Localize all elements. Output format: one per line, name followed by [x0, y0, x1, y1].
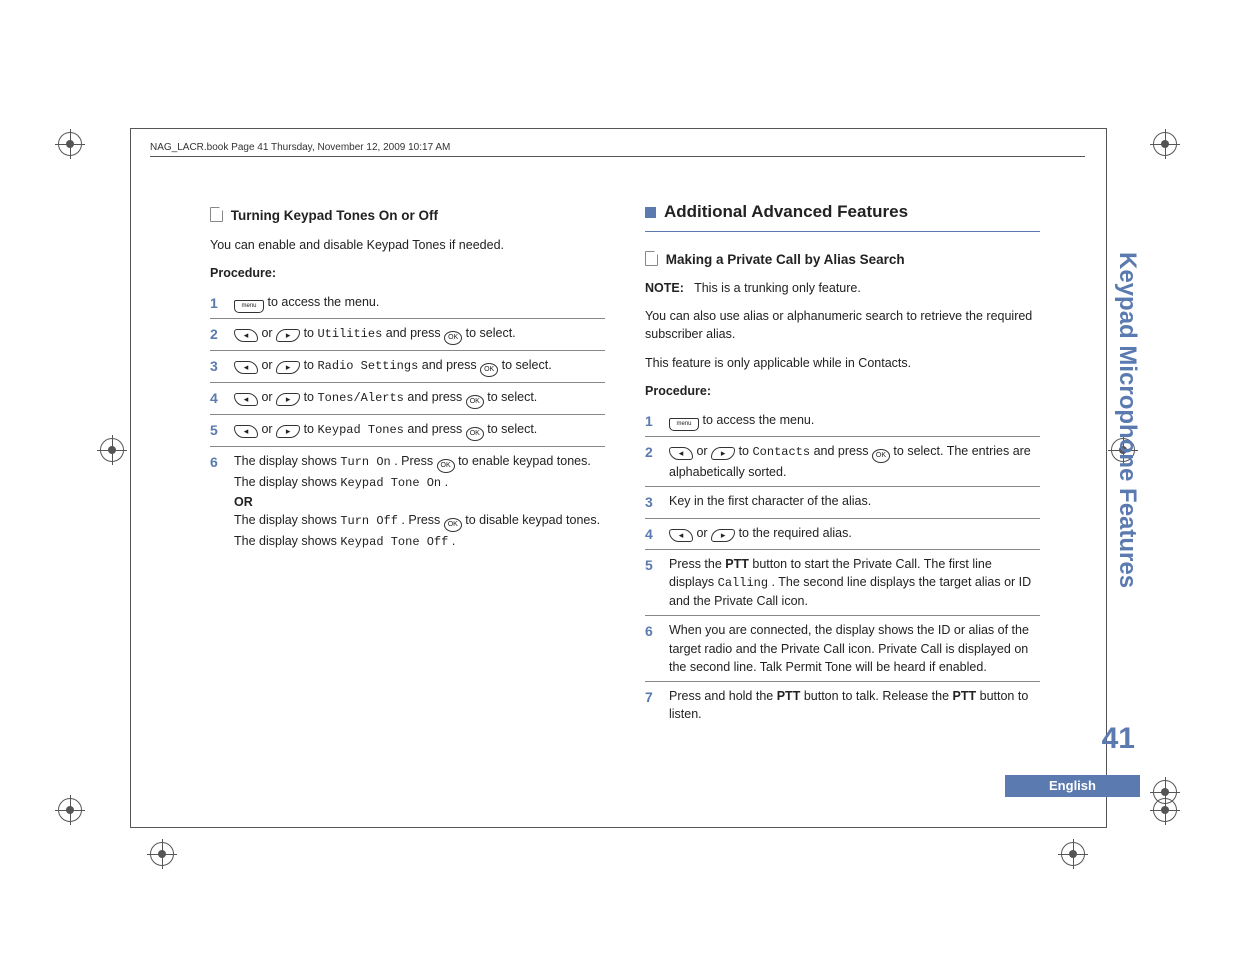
- r-step-2: 2 ◂ or ▸ to Contacts and press OK to sel…: [645, 437, 1040, 487]
- step-num: 7: [645, 687, 659, 707]
- left-subheading: Turning Keypad Tones On or Off: [210, 206, 605, 226]
- right-subheading: Making a Private Call by Alias Search: [645, 250, 1040, 270]
- step-num: 5: [210, 420, 224, 440]
- ok-key-icon: OK: [437, 459, 455, 473]
- page-icon: [210, 207, 223, 222]
- step-num: 2: [645, 442, 659, 462]
- reg-mark-icon: [1061, 842, 1085, 866]
- r-step-3: 3 Key in the first character of the alia…: [645, 487, 1040, 518]
- right-column: Additional Advanced Features Making a Pr…: [645, 200, 1040, 728]
- ok-key-icon: OK: [444, 518, 462, 532]
- step-1: 1 menu to access the menu.: [210, 288, 605, 319]
- left-arrow-key-icon: ◂: [234, 361, 258, 374]
- right-p2: This feature is only applicable while in…: [645, 354, 1040, 372]
- step-num: 1: [210, 293, 224, 313]
- section-heading: Additional Advanced Features: [645, 200, 1040, 225]
- step-num: 4: [210, 388, 224, 408]
- step-num: 3: [645, 492, 659, 512]
- page-icon: [645, 251, 658, 266]
- left-procedure-label: Procedure:: [210, 264, 605, 282]
- reg-mark-icon: [58, 798, 82, 822]
- step-num: 1: [645, 411, 659, 431]
- language-tab: English: [1005, 775, 1140, 797]
- left-intro: You can enable and disable Keypad Tones …: [210, 236, 605, 254]
- step-3: 3 ◂ or ▸ to Radio Settings and press OK …: [210, 351, 605, 383]
- page-number: 41: [1102, 722, 1135, 756]
- reg-mark-icon: [1153, 132, 1177, 156]
- left-arrow-key-icon: ◂: [234, 329, 258, 342]
- right-arrow-key-icon: ▸: [711, 447, 735, 460]
- section-rule: [645, 231, 1040, 232]
- right-title: Making a Private Call by Alias Search: [666, 252, 905, 267]
- menu-key-icon: menu: [234, 300, 264, 313]
- running-header: NAG_LACR.book Page 41 Thursday, November…: [150, 142, 1085, 157]
- ok-key-icon: OK: [466, 427, 484, 441]
- right-arrow-key-icon: ▸: [276, 361, 300, 374]
- step-num: 5: [645, 555, 659, 575]
- right-p1: You can also use alias or alphanumeric s…: [645, 307, 1040, 343]
- ok-key-icon: OK: [466, 395, 484, 409]
- reg-mark-icon: [100, 438, 124, 462]
- r-step-7: 7 Press and hold the PTT button to talk.…: [645, 682, 1040, 728]
- right-arrow-key-icon: ▸: [276, 393, 300, 406]
- right-arrow-key-icon: ▸: [711, 529, 735, 542]
- step-num: 2: [210, 324, 224, 344]
- note-line: NOTE: This is a trunking only feature.: [645, 279, 1040, 297]
- step-5: 5 ◂ or ▸ to Keypad Tones and press OK to…: [210, 415, 605, 447]
- step-num: 4: [645, 524, 659, 544]
- step-2: 2 ◂ or ▸ to Utilities and press OK to se…: [210, 319, 605, 351]
- left-arrow-key-icon: ◂: [669, 447, 693, 460]
- right-arrow-key-icon: ▸: [276, 425, 300, 438]
- ok-key-icon: OK: [872, 449, 890, 463]
- reg-mark-icon: [150, 842, 174, 866]
- side-tab-title: Keypad Microphone Features: [1113, 252, 1141, 588]
- r-step-6: 6 When you are connected, the display sh…: [645, 616, 1040, 681]
- r-step-5: 5 Press the PTT button to start the Priv…: [645, 550, 1040, 617]
- ok-key-icon: OK: [480, 363, 498, 377]
- reg-mark-icon: [1153, 780, 1177, 804]
- left-arrow-key-icon: ◂: [234, 425, 258, 438]
- step-6: 6 The display shows Turn On . Press OK t…: [210, 447, 605, 556]
- reg-mark-icon: [58, 132, 82, 156]
- step-4: 4 ◂ or ▸ to Tones/Alerts and press OK to…: [210, 383, 605, 415]
- step-num: 6: [210, 452, 224, 472]
- right-procedure-label: Procedure:: [645, 382, 1040, 400]
- right-arrow-key-icon: ▸: [276, 329, 300, 342]
- step-num: 6: [645, 621, 659, 641]
- step-num: 3: [210, 356, 224, 376]
- left-arrow-key-icon: ◂: [669, 529, 693, 542]
- left-arrow-key-icon: ◂: [234, 393, 258, 406]
- left-title: Turning Keypad Tones On or Off: [231, 208, 438, 223]
- r-step-4: 4 ◂ or ▸ to the required alias.: [645, 519, 1040, 550]
- menu-key-icon: menu: [669, 418, 699, 431]
- left-column: Turning Keypad Tones On or Off You can e…: [210, 200, 605, 728]
- r-step-1: 1 menu to access the menu.: [645, 406, 1040, 437]
- ok-key-icon: OK: [444, 331, 462, 345]
- section-square-icon: [645, 207, 656, 218]
